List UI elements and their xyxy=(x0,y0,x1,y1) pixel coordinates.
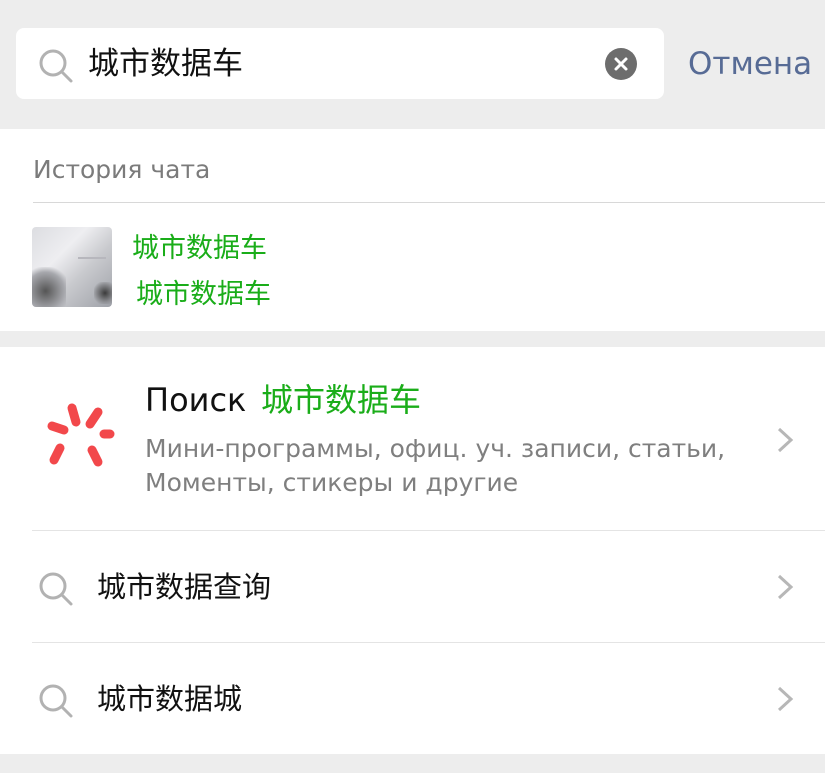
search-icon xyxy=(39,684,73,718)
suggestion-item[interactable]: 城市数据城 xyxy=(97,679,242,719)
search-icon xyxy=(39,49,73,83)
search-icon xyxy=(39,572,73,606)
divider xyxy=(33,202,825,203)
avatar[interactable] xyxy=(32,227,112,307)
search-query-text[interactable]: 城市数据车 xyxy=(88,40,243,88)
cancel-button[interactable]: Отмена xyxy=(688,40,812,88)
suggestion-item[interactable]: 城市数据查询 xyxy=(97,567,271,607)
history-item-title[interactable]: 城市数据车 xyxy=(132,230,267,268)
search-logo-icon[interactable] xyxy=(40,400,120,472)
chat-history-title: История чата xyxy=(33,155,211,184)
chevron-right-icon xyxy=(777,427,794,453)
search-action-label[interactable]: Поиск xyxy=(145,380,246,420)
chevron-right-icon xyxy=(777,686,794,712)
divider xyxy=(32,642,825,643)
chevron-right-icon xyxy=(777,574,794,600)
search-action-description: Мини-программы, офиц. уч. записи, статьи… xyxy=(145,434,726,497)
search-action-term[interactable]: 城市数据车 xyxy=(261,380,421,420)
divider xyxy=(32,530,825,531)
history-item-message[interactable]: 城市数据车 xyxy=(136,276,271,314)
clear-icon[interactable] xyxy=(605,48,637,80)
